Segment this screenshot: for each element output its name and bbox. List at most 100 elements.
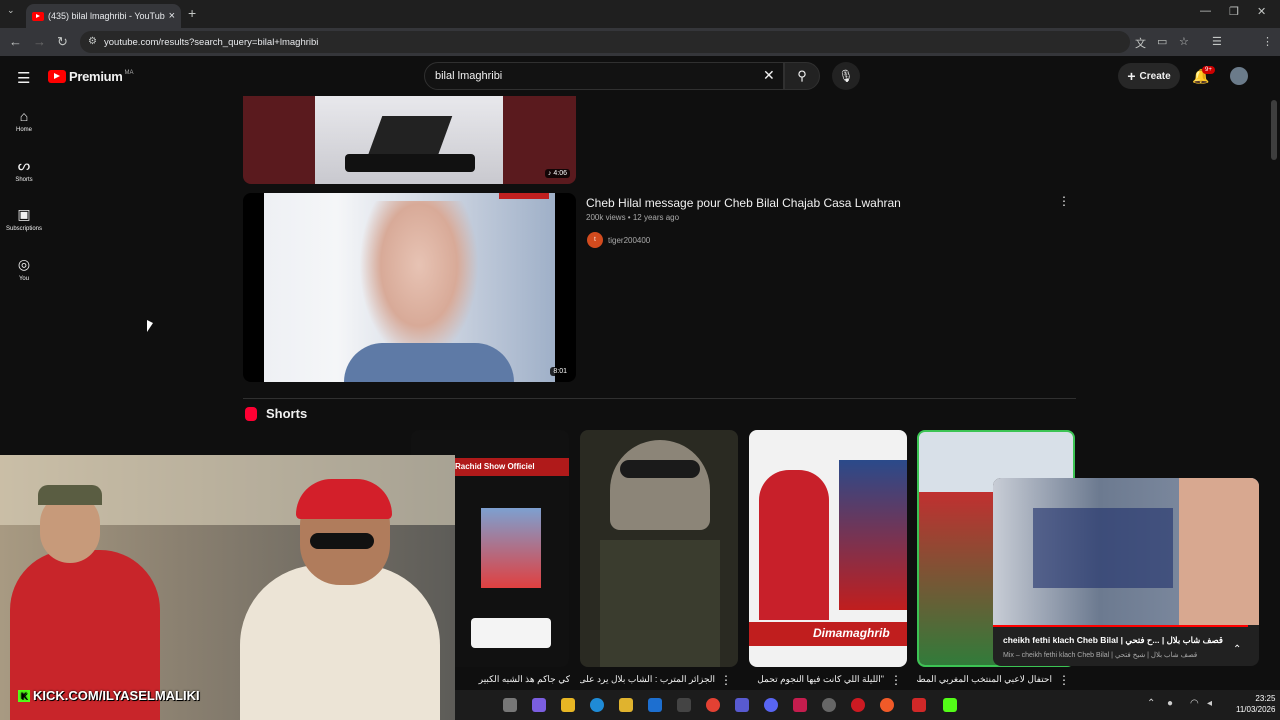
restore-icon[interactable]: ❐ bbox=[1229, 5, 1239, 18]
cast-icon[interactable]: ▭ bbox=[1157, 35, 1167, 48]
outlook-icon[interactable] bbox=[648, 698, 662, 712]
duration-text: 4:06 bbox=[553, 170, 567, 177]
sidebar-item-you[interactable]: ◎ You bbox=[0, 256, 48, 282]
taskbar-app-icon[interactable] bbox=[822, 698, 836, 712]
miniplayer-subtitle: Mix – cheikh fethi klach Cheb Bilal | قص… bbox=[1003, 652, 1198, 659]
clear-search-icon[interactable]: ✕ bbox=[763, 67, 775, 84]
tray-chevron-icon[interactable]: ⌃ bbox=[1147, 698, 1155, 709]
youtube-favicon-icon bbox=[32, 11, 44, 21]
page-scrollbar[interactable] bbox=[1271, 100, 1277, 160]
brand-label: Premium bbox=[69, 69, 123, 84]
volume-icon[interactable]: ◂ bbox=[1207, 698, 1212, 709]
tray-app-icon[interactable]: ● bbox=[1167, 698, 1173, 709]
short-overlay-text: Rachid Show Officiel bbox=[455, 462, 535, 471]
search-input[interactable]: bilal lmaghribi bbox=[424, 62, 784, 90]
region-code: MA bbox=[124, 69, 134, 76]
taskbar-clock[interactable]: 23:25 11/03/2026 bbox=[1236, 693, 1275, 715]
video-thumbnail[interactable]: ♪ 4:06 bbox=[243, 96, 576, 184]
search-icon: ⚲ bbox=[797, 68, 807, 83]
close-window-icon[interactable]: ✕ bbox=[1257, 5, 1266, 18]
short-card[interactable]: Dimamaghrib bbox=[749, 430, 907, 667]
video-duration: ♪ 4:06 bbox=[544, 169, 570, 178]
discord-icon[interactable] bbox=[764, 698, 778, 712]
tab-search-icon[interactable]: ⌄ bbox=[7, 5, 15, 16]
browser-tab-strip: ⌄ (435) bilal lmaghribi - YouTube × + — … bbox=[0, 0, 1280, 28]
more-actions-icon[interactable]: ⋮ bbox=[1058, 673, 1070, 687]
create-button[interactable]: + Create bbox=[1118, 63, 1180, 89]
taskbar: ⌃ ● ◠ ◂ bbox=[455, 690, 1280, 720]
kick-logo-icon: K bbox=[18, 689, 30, 702]
video-thumbnail[interactable]: 8:01 bbox=[243, 193, 576, 382]
short-caption[interactable]: كي جاكم هذ الشبه الكبير bbox=[455, 674, 570, 685]
translate-icon[interactable]: 文 bbox=[1135, 35, 1146, 51]
tab-title: (435) bilal lmaghribi - YouTube bbox=[48, 11, 165, 21]
divider bbox=[243, 398, 1076, 399]
channel-name[interactable]: tiger200400 bbox=[608, 236, 650, 245]
taskbar-app-icon[interactable] bbox=[880, 698, 894, 712]
reload-icon[interactable]: ↻ bbox=[57, 34, 68, 50]
miniplayer-progress[interactable] bbox=[993, 625, 1248, 627]
wifi-icon[interactable]: ◠ bbox=[1190, 698, 1199, 709]
account-avatar[interactable] bbox=[1230, 67, 1248, 85]
thumbnail-image bbox=[264, 193, 555, 382]
taskbar-app-icon[interactable] bbox=[619, 698, 633, 712]
sidebar-item-home[interactable]: ⌂ Home bbox=[0, 108, 48, 133]
forward-icon[interactable]: → bbox=[33, 34, 46, 49]
new-tab-icon[interactable]: + bbox=[188, 5, 196, 21]
voice-search-button[interactable]: 🎙 bbox=[832, 62, 860, 90]
channel-avatar[interactable]: t bbox=[587, 232, 603, 248]
minimize-icon[interactable]: — bbox=[1200, 5, 1211, 17]
expand-miniplayer-icon[interactable]: ⌃ bbox=[1233, 644, 1241, 655]
browser-menu-icon[interactable]: ⋮ bbox=[1262, 35, 1273, 48]
short-card[interactable] bbox=[580, 430, 738, 667]
edge-icon[interactable] bbox=[590, 698, 604, 712]
taskbar-app-icon[interactable] bbox=[532, 698, 546, 712]
youtube-logo[interactable]: Premium MA bbox=[48, 69, 134, 84]
taskbar-app-icon[interactable] bbox=[943, 698, 957, 712]
taskbar-app-icon[interactable] bbox=[793, 698, 807, 712]
video-duration: 8:01 bbox=[550, 367, 570, 376]
taskbar-app-icon[interactable] bbox=[851, 698, 865, 712]
home-icon: ⌂ bbox=[19, 108, 29, 124]
kick-channel-label: K KICK.COM/ILYASELMALIKI bbox=[18, 688, 200, 703]
chrome-icon[interactable] bbox=[706, 698, 720, 712]
plus-icon: + bbox=[1127, 68, 1136, 84]
folder-icon[interactable] bbox=[561, 698, 575, 712]
taskbar-app-icon[interactable] bbox=[677, 698, 691, 712]
bookmark-star-icon[interactable]: ☆ bbox=[1179, 35, 1189, 48]
sidebar-item-shorts[interactable]: ᔕ Shorts bbox=[0, 157, 48, 183]
more-actions-icon[interactable]: ⋮ bbox=[720, 673, 732, 687]
reading-list-icon[interactable]: ☰ bbox=[1212, 35, 1222, 48]
guide-menu-icon[interactable]: ☰ bbox=[17, 69, 30, 87]
url-text: youtube.com/results?search_query=bilal+l… bbox=[104, 36, 319, 48]
subscriptions-icon: ▣ bbox=[17, 206, 31, 222]
sidebar-item-label: Shorts bbox=[15, 177, 33, 183]
webcam-overlay bbox=[0, 455, 455, 720]
browser-toolbar: ← → ↻ ⚙ youtube.com/results?search_query… bbox=[0, 28, 1280, 77]
notification-badge: 9+ bbox=[1202, 66, 1215, 74]
you-icon: ◎ bbox=[17, 256, 31, 272]
sidebar-item-label: Subscriptions bbox=[5, 226, 43, 232]
sidebar-item-subscriptions[interactable]: ▣ Subscriptions bbox=[0, 206, 48, 232]
search-button[interactable]: ⚲ bbox=[784, 62, 820, 90]
short-caption[interactable]: الجزائر المترب : الشاب بلال يرد على bbox=[580, 674, 715, 685]
search-query: bilal lmaghribi bbox=[435, 70, 503, 82]
miniplayer-title[interactable]: cheikh fethi klach Cheb Bilal | قصف شاب … bbox=[1003, 635, 1223, 646]
site-info-icon[interactable]: ⚙ bbox=[88, 36, 97, 47]
address-bar[interactable]: ⚙ youtube.com/results?search_query=bilal… bbox=[80, 31, 1130, 53]
more-actions-icon[interactable]: ⋮ bbox=[1058, 194, 1070, 208]
taskbar-app-icon[interactable] bbox=[503, 698, 517, 712]
more-actions-icon[interactable]: ⋮ bbox=[890, 673, 902, 687]
thumbnail-image bbox=[315, 96, 503, 184]
close-tab-icon[interactable]: × bbox=[169, 10, 175, 22]
miniplayer[interactable]: cheikh fethi klach Cheb Bilal | قصف شاب … bbox=[993, 478, 1259, 666]
short-caption[interactable]: احتفال لاعبي المنتخب المغربي المطي bbox=[917, 674, 1052, 685]
browser-tab[interactable]: (435) bilal lmaghribi - YouTube × bbox=[26, 4, 181, 28]
video-title[interactable]: Cheb Hilal message pour Cheb Bilal Chaja… bbox=[586, 196, 901, 210]
mouse-cursor-icon bbox=[147, 320, 153, 332]
back-icon[interactable]: ← bbox=[9, 34, 22, 49]
youtube-header: ☰ Premium MA bilal lmaghribi ✕ ⚲ 🎙 + Cre… bbox=[0, 56, 1280, 96]
short-caption[interactable]: "الليلة اللي كانت فيها النجوم تحمل bbox=[749, 674, 884, 685]
taskbar-app-icon[interactable] bbox=[912, 698, 926, 712]
taskbar-app-icon[interactable] bbox=[735, 698, 749, 712]
